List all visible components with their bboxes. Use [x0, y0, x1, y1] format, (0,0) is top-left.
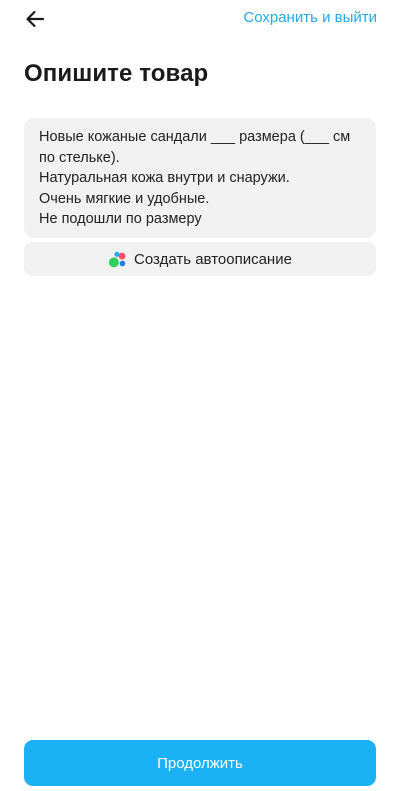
- description-textarea[interactable]: Новые кожаные сандали ___ размера (___ с…: [24, 118, 376, 238]
- create-auto-description-button[interactable]: Создать автоописание: [24, 242, 376, 276]
- description-line: по стельке).: [39, 149, 120, 166]
- description-line: Новые кожаные сандали ___ размера (___ с…: [39, 129, 351, 145]
- colored-dots-icon: [108, 251, 126, 267]
- arrow-left-icon: [26, 10, 45, 28]
- description-line: Очень мягкие и удобные.: [39, 190, 210, 207]
- save-and-exit-link[interactable]: Сохранить и выйти: [243, 9, 377, 26]
- page-title: Опишите товар: [24, 60, 209, 87]
- description-line: Натуральная кожа внутри и снаружи.: [39, 170, 290, 186]
- continue-label: Продолжить: [157, 754, 243, 772]
- back-button[interactable]: [22, 6, 48, 32]
- top-bar: Сохранить и выйти: [0, 0, 400, 40]
- description-line: Не подошли по размеру: [39, 211, 202, 227]
- auto-description-label: Создать автоописание: [134, 250, 292, 268]
- continue-button[interactable]: Продолжить: [24, 740, 376, 786]
